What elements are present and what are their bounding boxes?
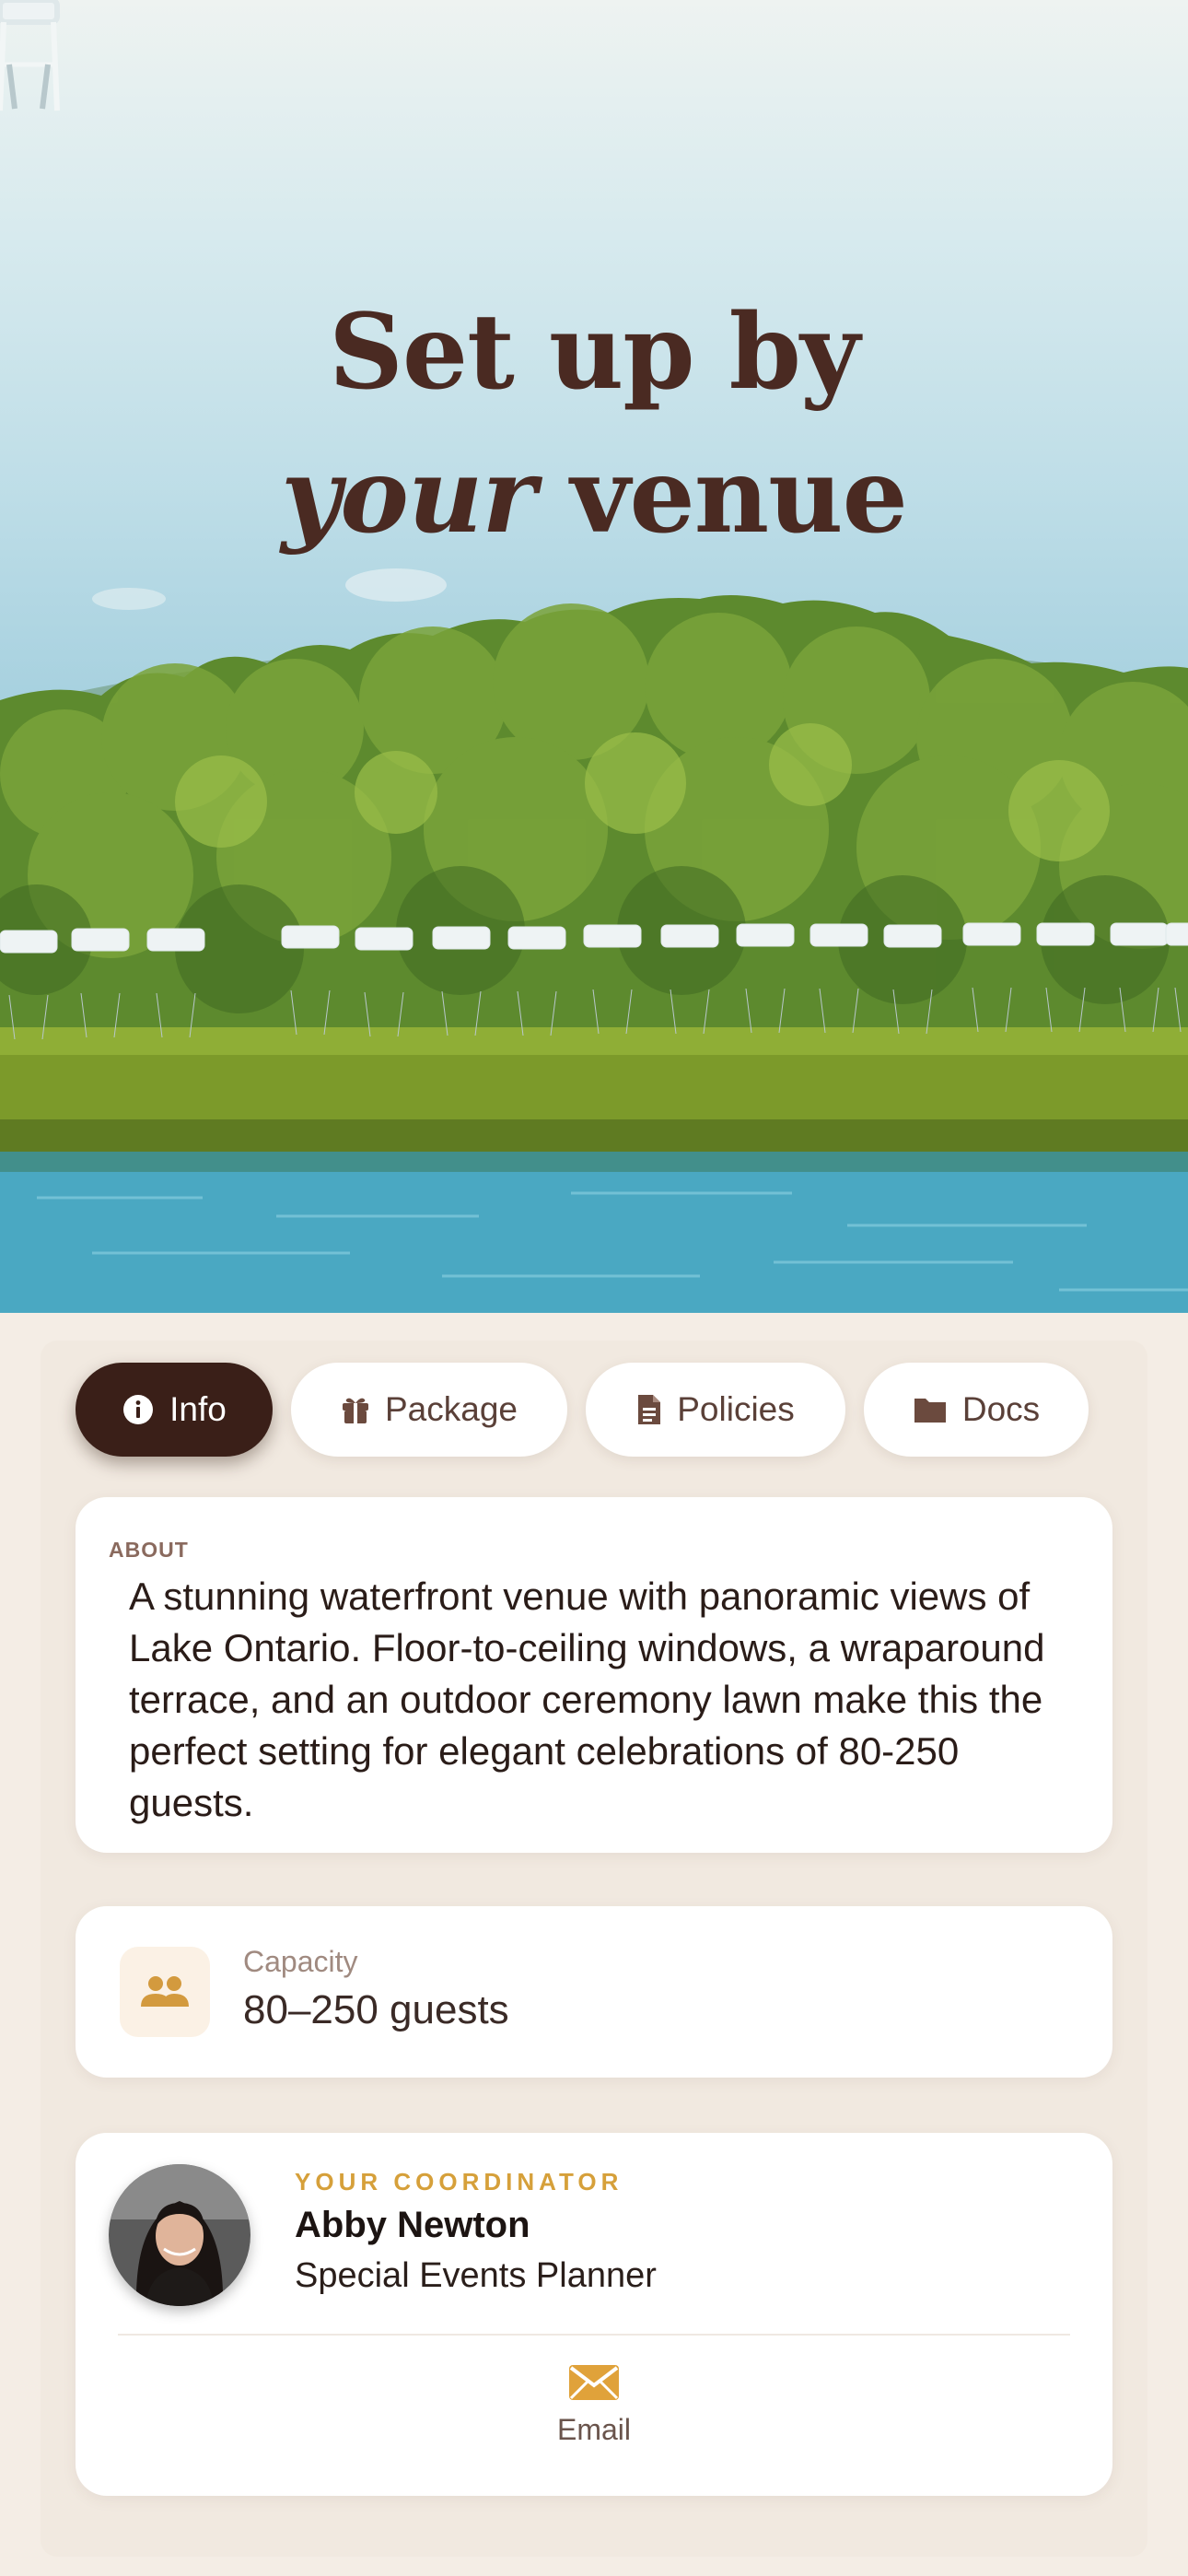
capacity-icon-box [120, 1947, 210, 2037]
email-button[interactable]: Email [518, 2363, 670, 2468]
coordinator-photo [109, 2164, 250, 2306]
hero-title-rest: venue [535, 436, 907, 556]
hero-banner: Set up by your venue [0, 0, 1188, 1313]
hero-title-italic: your [281, 436, 536, 556]
hero-title-line2: your venue [0, 425, 1188, 568]
hero-title: Set up by your venue [0, 281, 1188, 568]
venue-details-panel: Info Package Policies Docs ABOUT A stunn… [41, 1341, 1147, 2557]
tab-info-label: Info [169, 1390, 227, 1428]
tab-package[interactable]: Package [291, 1363, 567, 1457]
tab-policies-label: Policies [677, 1390, 795, 1428]
tab-package-label: Package [385, 1390, 518, 1428]
coordinator-name: Abby Newton [295, 2205, 530, 2245]
avatar [109, 2164, 250, 2306]
document-icon [638, 1395, 661, 1424]
capacity-label: Capacity [243, 1945, 358, 1978]
tab-bar: Info Package Policies Docs [76, 1363, 1089, 1458]
coordinator-label: YOUR COORDINATOR [295, 2168, 623, 2195]
about-card: ABOUT A stunning waterfront venue with p… [76, 1497, 1112, 1853]
envelope-icon [569, 2365, 619, 2400]
venue-photo [0, 0, 1188, 1313]
hero-title-line1: Set up by [329, 292, 860, 413]
tab-docs[interactable]: Docs [864, 1363, 1089, 1457]
tab-info[interactable]: Info [76, 1363, 273, 1457]
divider [118, 2334, 1070, 2336]
coordinator-card: YOUR COORDINATOR Abby Newton Special Eve… [76, 2133, 1112, 2496]
people-icon [141, 1976, 189, 2007]
tab-docs-label: Docs [961, 1390, 1041, 1428]
about-text: A stunning waterfront venue with panoram… [129, 1575, 1045, 1824]
folder-icon [914, 1399, 946, 1423]
capacity-card: Capacity 80–250 guests [76, 1906, 1112, 2078]
gift-icon [343, 1398, 368, 1423]
coordinator-role: Special Events Planner [295, 2256, 657, 2295]
tab-policies[interactable]: Policies [586, 1363, 845, 1457]
info-icon [123, 1395, 154, 1424]
about-label: ABOUT [109, 1538, 189, 1562]
capacity-value: 80–250 guests [243, 1987, 509, 2032]
email-label: Email [556, 2413, 631, 2446]
